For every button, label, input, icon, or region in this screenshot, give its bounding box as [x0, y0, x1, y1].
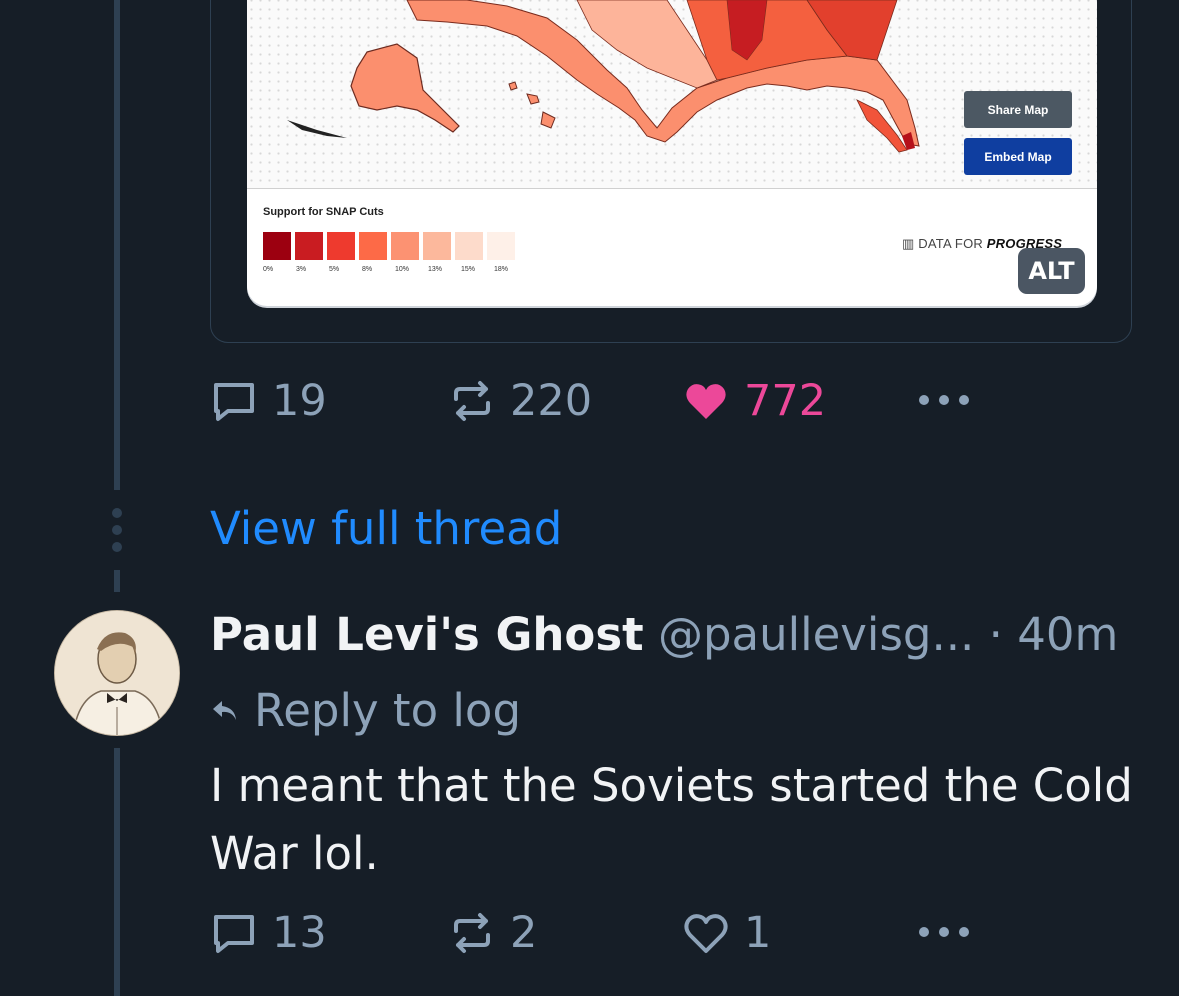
post-header: Paul Levi's Ghost @paullevisg... · 40m [210, 608, 1118, 661]
view-full-thread-link[interactable]: View full thread [210, 502, 562, 555]
brand-prefix: DATA FOR [918, 236, 983, 251]
thread-line-top [114, 0, 120, 490]
legend-swatch [487, 232, 515, 260]
us-map: Share Map Embed Map [247, 0, 1097, 189]
more-options-button[interactable] [916, 376, 972, 424]
repost-action[interactable]: 2 [448, 908, 537, 958]
heart-filled-icon [686, 384, 726, 419]
reply-icon [214, 915, 254, 953]
avatar-portrait [55, 611, 179, 735]
thread-line-connector [114, 570, 120, 592]
reply-to-label: Reply to log [254, 684, 522, 737]
legend-tick-label: 3% [296, 266, 307, 273]
embed-map-button[interactable]: Embed Map [964, 138, 1072, 175]
like-action[interactable]: 772 [682, 376, 826, 426]
legend-tick-label: 15% [461, 266, 476, 273]
legend-tick-label: 10% [395, 266, 410, 273]
heart-outline-icon [684, 914, 728, 953]
thread-line-bottom [114, 748, 120, 996]
reply-action[interactable]: 19 [210, 376, 327, 426]
reply-icon [214, 383, 254, 421]
legend-swatch [455, 232, 483, 260]
more-options-button[interactable] [916, 908, 972, 956]
legend-tick-label: 5% [329, 266, 340, 273]
share-map-button[interactable]: Share Map [964, 91, 1072, 128]
reply-action[interactable]: 13 [210, 908, 327, 958]
like-count: 1 [744, 908, 772, 958]
legend-swatch [359, 232, 387, 260]
legend-swatch [295, 232, 323, 260]
ellipsis-icon [919, 927, 969, 937]
thread-ellipsis-dot [112, 508, 122, 518]
repost-icon [454, 913, 490, 953]
legend-swatch [327, 232, 355, 260]
reply-count: 13 [272, 908, 327, 958]
repost-count: 220 [510, 376, 593, 426]
repost-action[interactable]: 220 [448, 376, 592, 426]
alt-text-badge[interactable]: ALT [1018, 248, 1085, 294]
legend-tick-label: 0% [263, 266, 274, 273]
legend-tick-label: 8% [362, 266, 373, 273]
map-image[interactable]: Share Map Embed Map Support for SNAP Cut… [247, 0, 1097, 306]
thread-ellipsis-dot [112, 542, 122, 552]
legend-swatches [263, 232, 515, 260]
legend-swatch [423, 232, 451, 260]
legend-swatch [263, 232, 291, 260]
legend-tick-label: 13% [428, 266, 443, 273]
legend-tick-label: 18% [494, 266, 509, 273]
legend-swatch [391, 232, 419, 260]
repost-count: 2 [510, 908, 538, 958]
post-timestamp[interactable]: · 40m [989, 608, 1119, 661]
ellipsis-icon [919, 395, 969, 405]
reply-count: 19 [272, 376, 327, 426]
reply-arrow-icon [213, 700, 236, 720]
repost-icon [454, 381, 490, 421]
thread-ellipsis-dot [112, 525, 122, 535]
legend-title: Support for SNAP Cuts [263, 206, 384, 218]
like-count: 772 [744, 376, 827, 426]
reply-to-link[interactable]: Reply to log [210, 684, 521, 737]
author-handle[interactable]: @paullevisg... [658, 608, 974, 661]
legend-ticks: 0% 3% 5% 8% 10% 13% 15% 18% [263, 266, 533, 276]
author-name[interactable]: Paul Levi's Ghost [210, 608, 644, 661]
like-action[interactable]: 1 [682, 908, 771, 958]
avatar[interactable] [54, 610, 180, 736]
post-text: I meant that the Soviets started the Col… [210, 759, 1133, 880]
brand-icon: ▥ [902, 236, 915, 251]
